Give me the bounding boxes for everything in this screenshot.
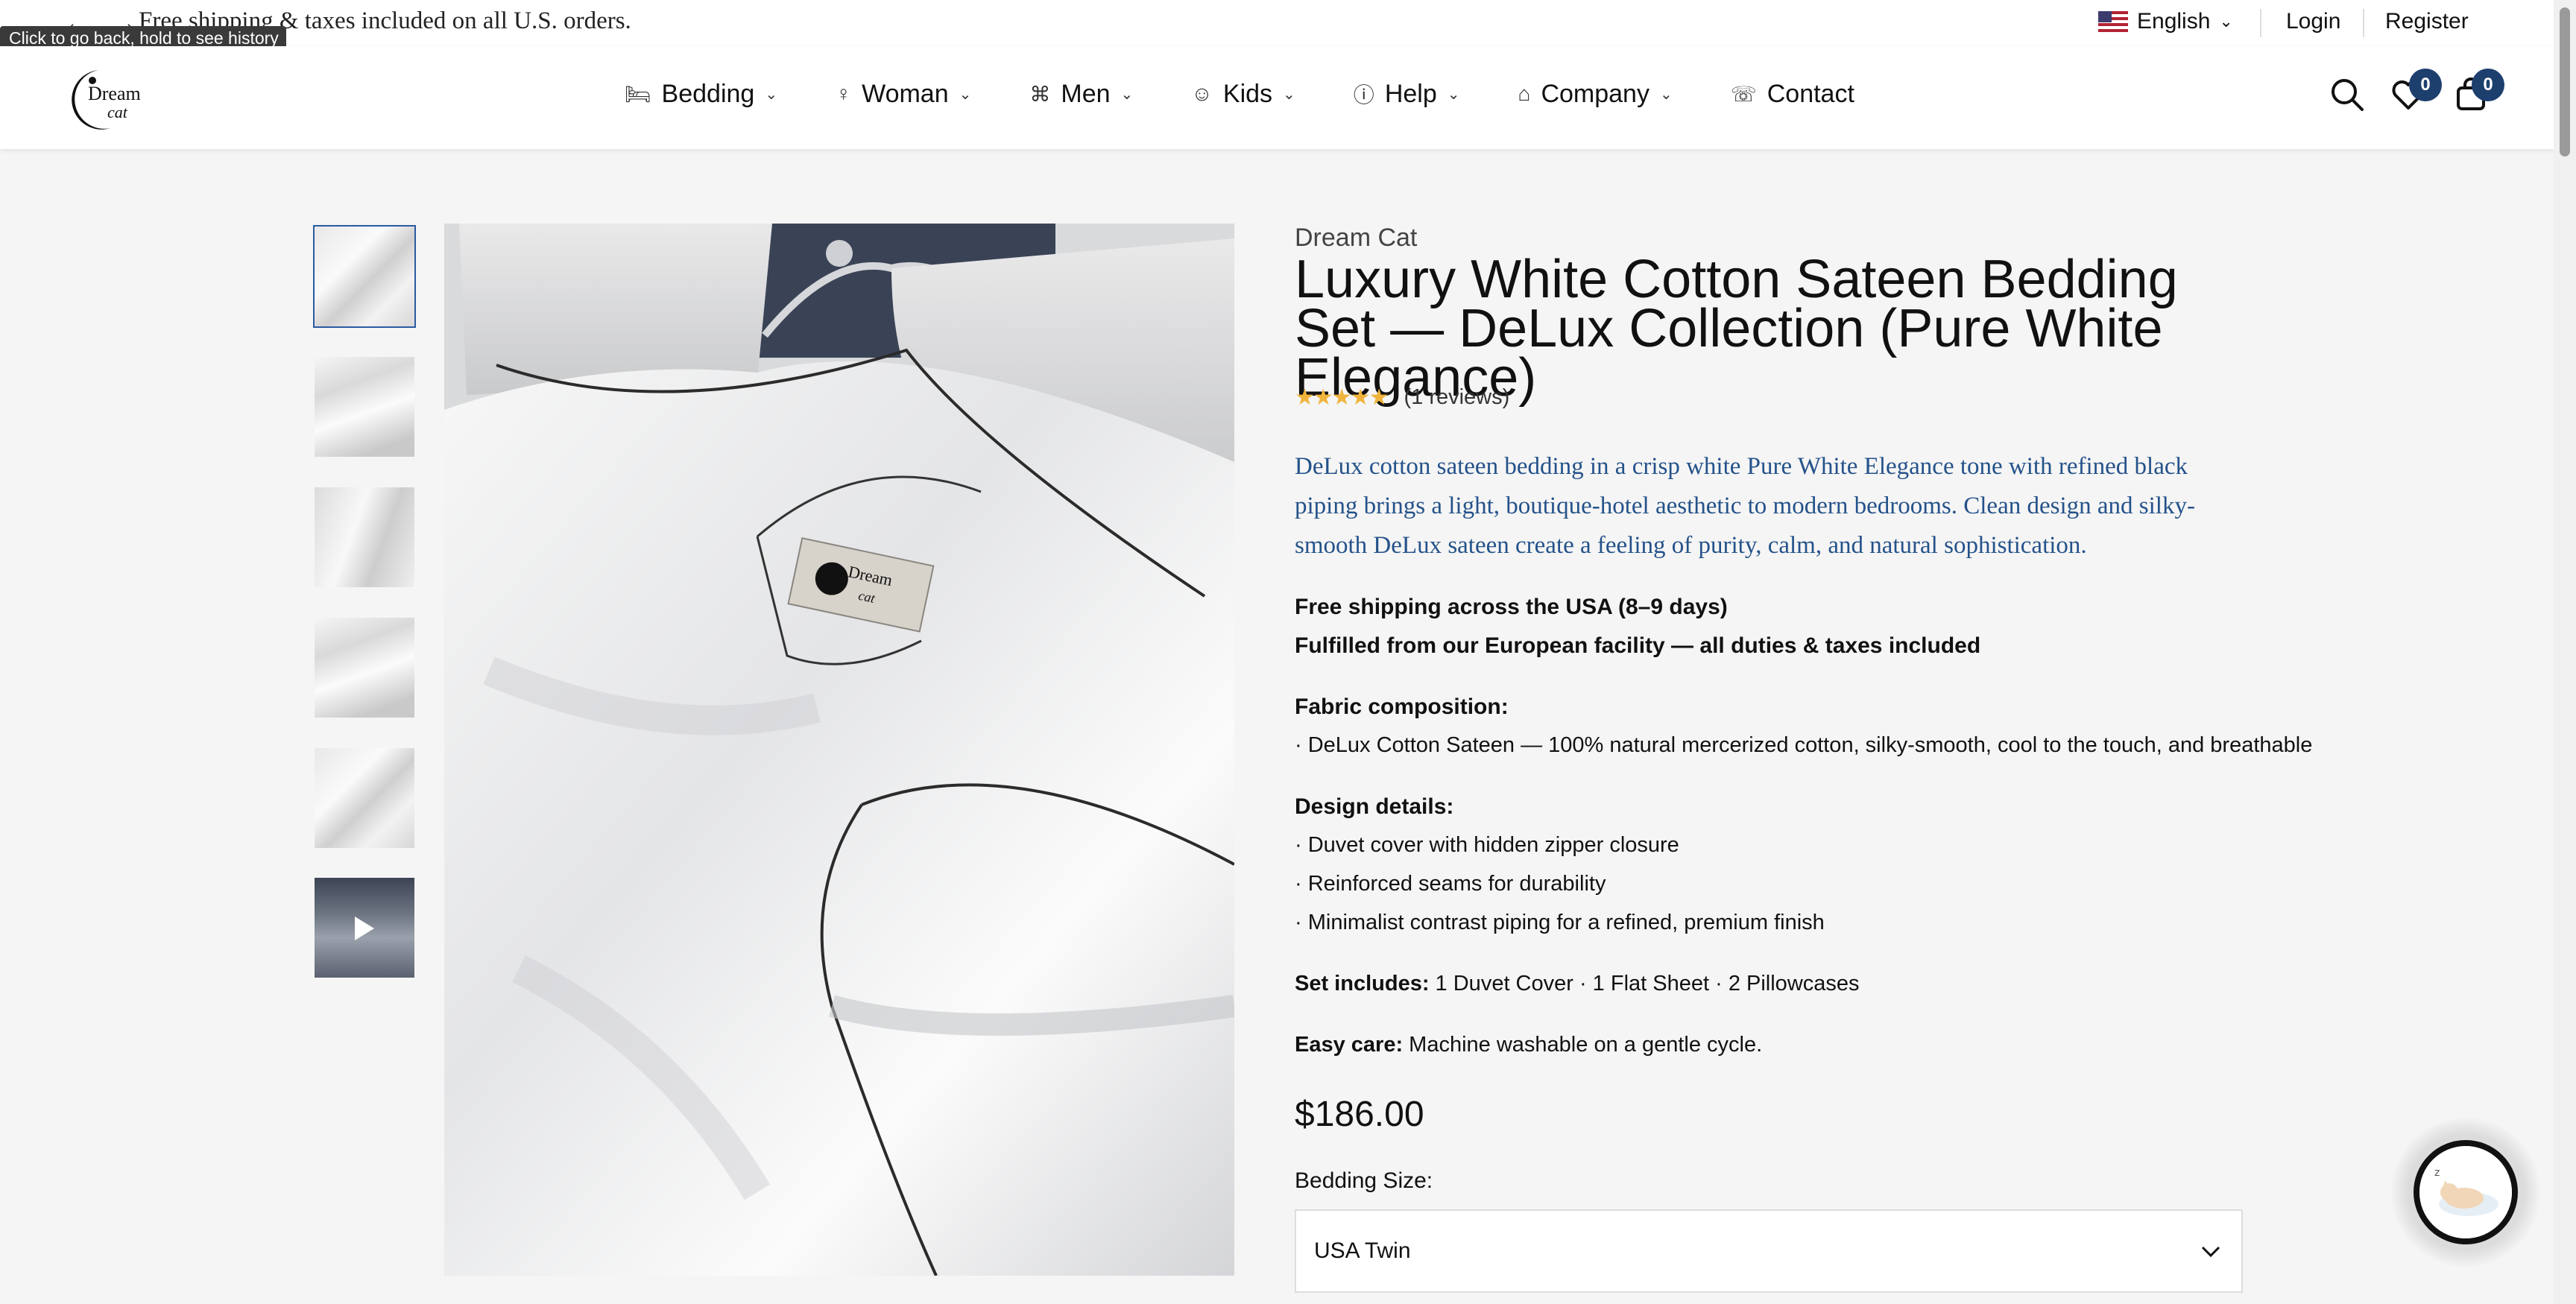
chat-widget-button[interactable]: z bbox=[2391, 1118, 2540, 1267]
nav-item-bedding[interactable]: 🛏 Bedding ⌄ bbox=[625, 79, 777, 109]
set-includes-line: Set includes: 1 Duvet Cover · 1 Flat She… bbox=[1295, 972, 1860, 996]
set-includes-value: 1 Duvet Cover · 1 Flat Sheet · 2 Pillowc… bbox=[1429, 972, 1860, 996]
nav-item-help[interactable]: ⓘ Help ⌄ bbox=[1354, 79, 1460, 109]
nav-item-kids[interactable]: ☺ Kids ⌄ bbox=[1191, 79, 1295, 109]
scrollbar-thumb[interactable] bbox=[2560, 7, 2570, 156]
divider bbox=[2363, 9, 2364, 37]
nav-label: Company bbox=[1541, 79, 1650, 108]
product-rating[interactable]: ★★★★★ (1 reviews) bbox=[1295, 384, 1509, 411]
easy-care-label: Easy care: bbox=[1295, 1033, 1404, 1057]
gallery-video-thumbnail[interactable] bbox=[313, 876, 416, 979]
chevron-down-icon bbox=[2201, 1238, 2220, 1264]
bedding-size-label: Bedding Size: bbox=[1295, 1168, 1433, 1193]
login-link[interactable]: Login bbox=[2286, 9, 2340, 34]
wishlist-count-badge: 0 bbox=[2409, 69, 2442, 101]
nav-label: Men bbox=[1061, 79, 1111, 108]
register-link[interactable]: Register bbox=[2385, 9, 2469, 34]
search-icon[interactable] bbox=[2329, 76, 2366, 113]
easy-care-value: Machine washable on a gentle cycle. bbox=[1403, 1033, 1763, 1057]
shipping-line: Free shipping across the USA (8–9 days) bbox=[1295, 595, 1728, 619]
language-selector[interactable]: English ⌄ bbox=[2098, 9, 2233, 34]
nav-item-woman[interactable]: ♀ Woman ⌄ bbox=[836, 79, 971, 109]
fulfillment-line: Fulfilled from our European facility — a… bbox=[1295, 633, 1981, 658]
chevron-down-icon: ⌄ bbox=[959, 86, 972, 103]
chevron-down-icon: ⌄ bbox=[1447, 86, 1460, 103]
sleeping-cat-avatar-icon: z bbox=[2414, 1140, 2518, 1244]
fabric-item: · DeLux Cotton Sateen — 100% natural mer… bbox=[1295, 733, 2313, 757]
chevron-down-icon: ⌄ bbox=[1283, 86, 1295, 103]
help-circle-icon: ⓘ bbox=[1353, 83, 1374, 107]
design-item: · Reinforced seams for durability bbox=[1295, 872, 1606, 896]
product-price: $186.00 bbox=[1295, 1095, 1424, 1134]
logo-text-bottom: cat bbox=[107, 103, 128, 121]
divider bbox=[2260, 9, 2261, 37]
chevron-down-icon: ⌄ bbox=[2219, 12, 2233, 31]
page-scrollbar[interactable] bbox=[2554, 0, 2576, 1304]
chat-icon: ☏ bbox=[1730, 82, 1757, 106]
reviews-count[interactable]: (1 reviews) bbox=[1404, 385, 1509, 410]
design-item: · Duvet cover with hidden zipper closure bbox=[1295, 833, 1679, 857]
nav-label: Kids bbox=[1222, 79, 1273, 108]
rating-stars: ★★★★★ bbox=[1295, 385, 1389, 410]
chevron-down-icon: ⌄ bbox=[765, 86, 778, 103]
woman-icon: ♀ bbox=[836, 82, 852, 105]
gallery-thumbnail[interactable] bbox=[313, 616, 416, 719]
play-icon bbox=[355, 917, 374, 940]
site-header: Dream cat 🛏 Bedding ⌄ ♀ Woman ⌄ ⌘ Men ⌄ … bbox=[0, 46, 2576, 149]
dream-cat-logo[interactable]: Dream cat bbox=[66, 66, 162, 133]
gallery-thumbnail[interactable] bbox=[313, 747, 416, 849]
main-navigation: 🛏 Bedding ⌄ ♀ Woman ⌄ ⌘ Men ⌄ ☺ Kids ⌄ ⓘ… bbox=[625, 79, 1854, 109]
bed-icon: 🛏 bbox=[625, 82, 651, 106]
nav-item-company[interactable]: ⌂ Company ⌄ bbox=[1518, 79, 1673, 109]
nav-label: Contact bbox=[1767, 79, 1854, 108]
design-item: · Minimalist contrast piping for a refin… bbox=[1295, 911, 1825, 934]
gallery-thumbnail[interactable] bbox=[313, 355, 416, 458]
product-title: Luxury White Cotton Sateen Bedding Set —… bbox=[1295, 250, 2178, 408]
main-product-image[interactable]: Dream cat bbox=[444, 224, 1234, 1276]
nav-label: Help bbox=[1384, 79, 1437, 108]
building-icon: ⌂ bbox=[1518, 82, 1531, 105]
gallery-thumbnail[interactable] bbox=[313, 486, 416, 589]
chevron-down-icon: ⌄ bbox=[1659, 86, 1673, 103]
fabric-heading: Fabric composition: bbox=[1295, 694, 1509, 719]
chevron-down-icon: ⌄ bbox=[1120, 86, 1134, 103]
bedding-size-select[interactable]: USA Twin bbox=[1295, 1209, 2243, 1293]
nav-label: Woman bbox=[862, 79, 949, 108]
logo-text-top: Dream bbox=[88, 83, 141, 104]
svg-text:z: z bbox=[2434, 1167, 2440, 1179]
nav-label: Bedding bbox=[661, 79, 755, 108]
nav-item-men[interactable]: ⌘ Men ⌄ bbox=[1029, 79, 1133, 109]
us-flag-icon bbox=[2098, 11, 2128, 32]
announcement-bar: ← → Free shipping & taxes included on al… bbox=[0, 0, 2576, 51]
selected-size: USA Twin bbox=[1314, 1238, 1411, 1263]
design-heading: Design details: bbox=[1295, 794, 1454, 819]
nav-item-contact[interactable]: ☏ Contact bbox=[1731, 79, 1854, 109]
easy-care-line: Easy care: Machine washable on a gentle … bbox=[1295, 1033, 1762, 1057]
cart-count-badge: 0 bbox=[2472, 69, 2504, 101]
set-includes-label: Set includes: bbox=[1295, 972, 1430, 996]
product-brand[interactable]: Dream Cat bbox=[1295, 224, 1417, 253]
smiley-icon: ☺ bbox=[1191, 82, 1213, 105]
men-icon: ⌘ bbox=[1029, 82, 1051, 106]
gallery-thumbnail[interactable] bbox=[313, 225, 416, 328]
product-description: DeLux cotton sateen bedding in a crisp w… bbox=[1295, 453, 2195, 559]
language-label: English bbox=[2137, 9, 2211, 34]
